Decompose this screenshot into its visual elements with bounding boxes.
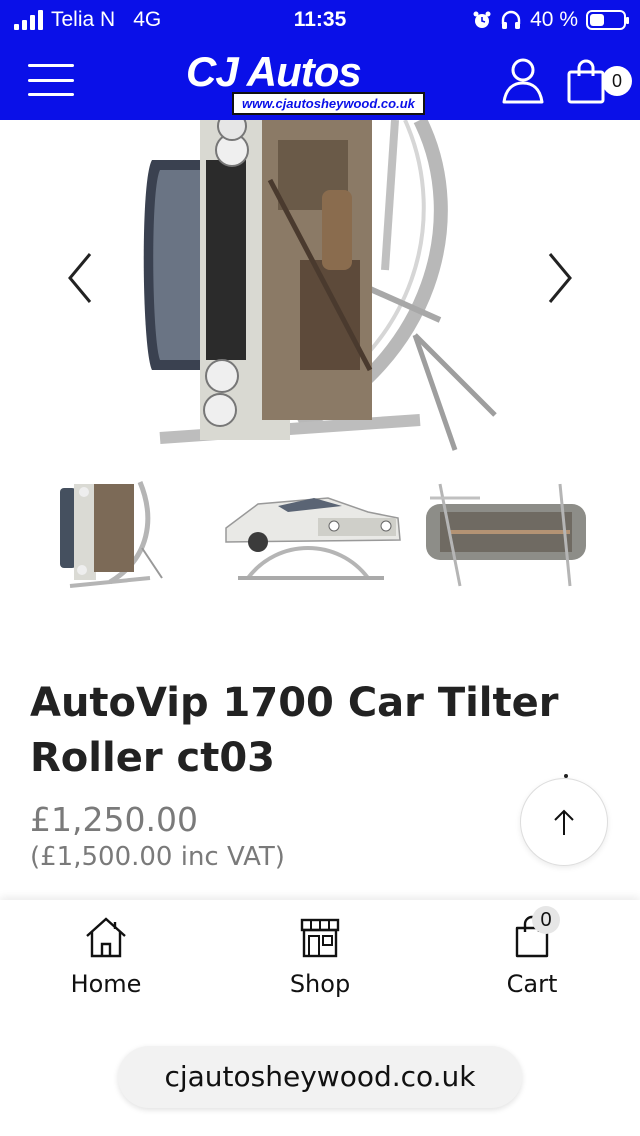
thumbnail-3[interactable] — [420, 478, 592, 594]
product-title: AutoVip 1700 Car Tilter Roller ct03 — [30, 680, 559, 781]
header-cart-count[interactable]: 0 — [602, 66, 632, 96]
alarm-icon — [473, 11, 491, 28]
arrow-up-icon — [554, 809, 574, 835]
battery-icon — [586, 10, 629, 30]
nav-home-label: Home — [70, 970, 142, 998]
home-icon — [86, 917, 126, 958]
user-icon[interactable] — [500, 56, 546, 104]
nav-shop-label: Shop — [289, 970, 351, 998]
chevron-right-icon[interactable] — [540, 248, 580, 308]
back-to-top-button[interactable] — [520, 778, 608, 866]
thumbnail-strip — [0, 478, 640, 598]
nav-shop[interactable]: Shop — [250, 914, 390, 1014]
thumbnail-2[interactable] — [218, 478, 404, 594]
store-icon — [300, 918, 340, 958]
thumbnail-1[interactable] — [50, 478, 170, 594]
nav-cart-badge: 0 — [532, 906, 560, 934]
status-bar: Telia N 4G 11:35 40 % — [0, 0, 640, 40]
browser-url-bar[interactable]: cjautosheywood.co.uk — [118, 1046, 522, 1108]
logo-url: www.cjautosheywood.co.uk — [232, 92, 425, 115]
product-image-gallery[interactable] — [0, 120, 640, 460]
product-price-inc-vat: (£1,500.00 inc VAT) — [30, 842, 285, 872]
logo-text: CJ Autos — [186, 48, 362, 95]
site-navbar: CJ Autos www.cjautosheywood.co.uk 0 — [0, 40, 640, 120]
battery-percent: 40 % — [530, 8, 578, 31]
top-header: Telia N 4G 11:35 40 % CJ Autos www.cjaut… — [0, 0, 640, 120]
nav-cart-label: Cart — [506, 970, 558, 998]
nav-home[interactable]: Home — [36, 914, 176, 1014]
product-price: £1,250.00 — [30, 800, 198, 839]
headphones-icon — [501, 10, 521, 29]
status-right: 40 % — [472, 8, 629, 32]
site-logo[interactable]: CJ Autos www.cjautosheywood.co.uk — [186, 48, 446, 115]
nav-cart[interactable]: Cart — [462, 914, 602, 1014]
chevron-left-icon[interactable] — [60, 248, 100, 308]
menu-icon[interactable] — [28, 64, 74, 96]
